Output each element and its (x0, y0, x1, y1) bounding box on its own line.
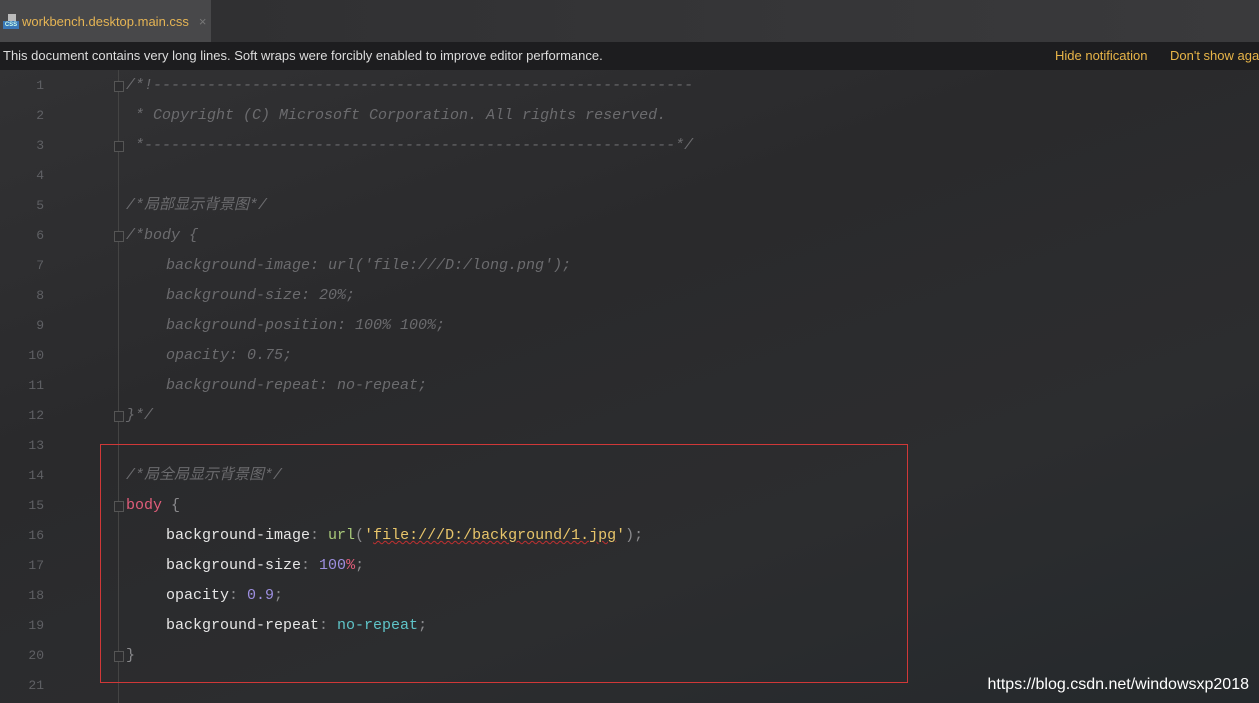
line-number: 8 (36, 288, 44, 303)
code-line[interactable]: 9 background-position: 100% 100%; (0, 311, 1259, 341)
code-line[interactable]: 4 (0, 161, 1259, 191)
line-number: 6 (36, 228, 44, 243)
line-text: background-position: 100% 100%; (166, 311, 445, 341)
code-line[interactable]: 7 background-image: url('file:///D:/long.… (0, 251, 1259, 281)
line-number: 7 (36, 258, 44, 273)
dont-show-again-link[interactable]: Don't show again (1170, 42, 1259, 70)
line-text: background-repeat: no-repeat; (166, 371, 427, 401)
token-comment: /*!-------------------------------------… (126, 77, 694, 94)
hide-notification-link[interactable]: Hide notification (1055, 42, 1148, 70)
token-comment: *---------------------------------------… (126, 137, 694, 154)
css-file-icon: CSS (3, 13, 19, 29)
code-line[interactable]: 12 }*/ (0, 401, 1259, 431)
fold-icon[interactable] (114, 231, 124, 242)
line-number: 5 (36, 198, 44, 213)
line-number: 4 (36, 168, 44, 183)
token-comment: background-size: 20%; (166, 287, 356, 304)
line-text: background-size: 20%; (166, 281, 355, 311)
line-number: 15 (28, 498, 44, 513)
tab-bar: CSS workbench.desktop.main.css × (0, 0, 1259, 42)
line-number: 20 (28, 648, 44, 663)
highlight-box (100, 444, 908, 683)
line-number: 17 (28, 558, 44, 573)
line-text: background-image: url('file:///D:/long.p… (166, 251, 571, 281)
tab-workbench-css[interactable]: CSS workbench.desktop.main.css × (0, 0, 211, 42)
token-comment: }*/ (126, 407, 154, 424)
line-number: 21 (28, 678, 44, 693)
line-text: opacity: 0.75; (166, 341, 292, 371)
line-text: }*/ (126, 401, 153, 431)
line-number: 10 (28, 348, 44, 363)
line-text: /*!-------------------------------------… (126, 71, 693, 101)
token-comment: background-position: 100% 100%; (166, 317, 446, 334)
code-line[interactable]: 8 background-size: 20%; (0, 281, 1259, 311)
line-number: 12 (28, 408, 44, 423)
line-number: 16 (28, 528, 44, 543)
line-number: 1 (36, 78, 44, 93)
token-comment: * Copyright (C) Microsoft Corporation. A… (126, 107, 667, 124)
fold-icon[interactable] (114, 411, 124, 422)
token-comment: background-repeat: no-repeat; (166, 377, 428, 394)
code-line[interactable]: 2 * Copyright (C) Microsoft Corporation.… (0, 101, 1259, 131)
watermark: https://blog.csdn.net/windowsxp2018 (987, 676, 1250, 693)
code-line[interactable]: 10 opacity: 0.75; (0, 341, 1259, 371)
token-comment: /*body { (126, 227, 199, 244)
token-comment: background-image: url('file:///D:/long.p… (166, 257, 572, 274)
code-line[interactable]: 11 background-repeat: no-repeat; (0, 371, 1259, 401)
line-number: 9 (36, 318, 44, 333)
fold-icon[interactable] (114, 81, 124, 92)
code-line[interactable]: 3 *-------------------------------------… (0, 131, 1259, 161)
line-text: /*body { (126, 221, 198, 251)
token-comment: opacity: 0.75; (166, 347, 293, 364)
line-number: 2 (36, 108, 44, 123)
token-comment: /*局部显示背景图*/ (126, 197, 268, 214)
code-line[interactable]: 5 /*局部显示背景图*/ (0, 191, 1259, 221)
line-text: *---------------------------------------… (126, 131, 693, 161)
close-icon[interactable]: × (199, 14, 207, 29)
line-number: 14 (28, 468, 44, 483)
code-line[interactable]: 6 /*body { (0, 221, 1259, 251)
code-line[interactable]: 1 /*!------------------------------------… (0, 71, 1259, 101)
line-number: 11 (28, 378, 44, 393)
line-number: 19 (28, 618, 44, 633)
line-text: /*局部显示背景图*/ (126, 191, 267, 221)
fold-icon[interactable] (114, 141, 124, 152)
notification-bar: This document contains very long lines. … (0, 42, 1259, 70)
line-number: 13 (28, 438, 44, 453)
tab-label: workbench.desktop.main.css (22, 13, 189, 29)
line-number: 18 (28, 588, 44, 603)
line-text: * Copyright (C) Microsoft Corporation. A… (126, 101, 666, 131)
notification-message: This document contains very long lines. … (3, 48, 603, 63)
line-number: 3 (36, 138, 44, 153)
